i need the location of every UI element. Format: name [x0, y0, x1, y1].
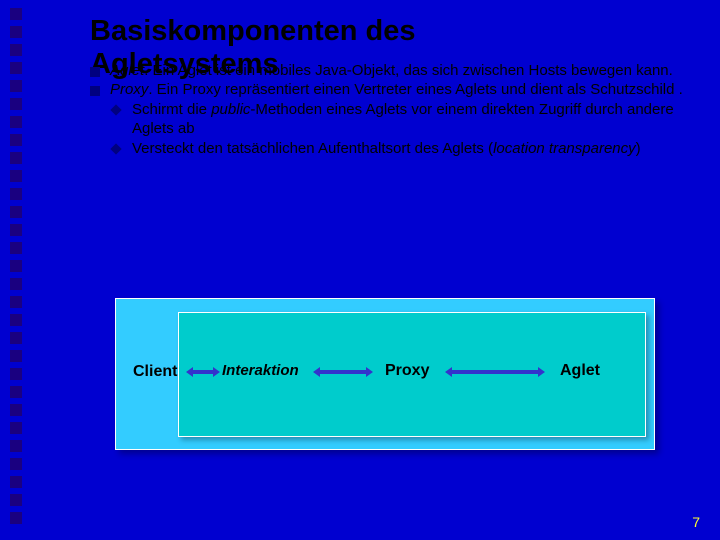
side-decor [10, 8, 22, 524]
bullet-item: Proxy. Ein Proxy repräsentiert einen Ver… [90, 81, 705, 100]
diagram-aglet-label: Aglet [560, 362, 600, 380]
bullet-diamond-icon [110, 143, 121, 154]
title-line-1: Basiskomponenten des [90, 15, 416, 47]
sub-bullet-text: Schirmt die public-Methoden eines Aglets… [132, 101, 705, 139]
diagram-interaktion-label: Interaktion [222, 362, 299, 379]
bullet-square-icon [90, 86, 100, 96]
arrow-double-icon [445, 367, 545, 377]
bullet-diamond-icon [110, 105, 121, 116]
bullet-square-icon [90, 67, 100, 77]
bullet-text: Proxy. Ein Proxy repräsentiert einen Ver… [110, 81, 705, 100]
page-number: 7 [692, 514, 700, 530]
diagram-proxy-label: Proxy [385, 362, 429, 380]
arrow-double-icon [313, 367, 373, 377]
bullet-text: Aglet. Ein Aglet ist ein mobiles Java-Ob… [110, 62, 705, 81]
bullet-list: Aglet. Ein Aglet ist ein mobiles Java-Ob… [90, 62, 705, 159]
bullet-item: Aglet. Ein Aglet ist ein mobiles Java-Ob… [90, 62, 705, 81]
sub-bullet-item: Schirmt die public-Methoden eines Aglets… [112, 101, 705, 139]
sub-bullet-text: Versteckt den tatsächlichen Aufenthaltso… [132, 140, 705, 159]
sub-bullet-item: Versteckt den tatsächlichen Aufenthaltso… [112, 140, 705, 159]
diagram-client-label: Client [133, 363, 177, 381]
arrow-double-icon [186, 367, 220, 377]
